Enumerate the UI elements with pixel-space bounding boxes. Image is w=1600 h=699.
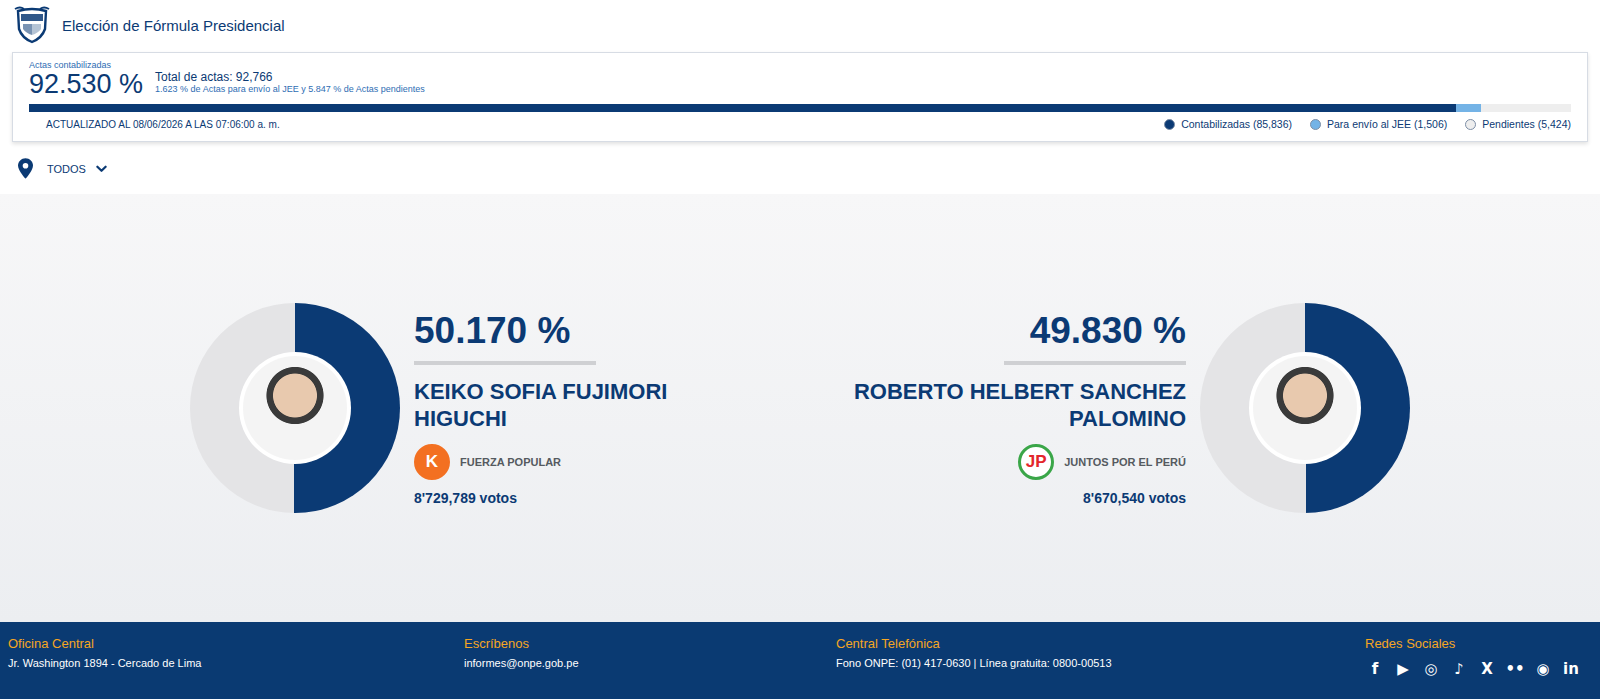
candidate-name: KEIKO SOFIA FUJIMORI HIGUCHI <box>414 378 714 432</box>
candidate-photo <box>243 356 347 460</box>
page-title: Elección de Fórmula Presidencial <box>62 17 285 34</box>
candidate-votes: 8'670,540 votos <box>1083 490 1186 506</box>
vote-donut <box>190 303 400 513</box>
progress-bar <box>29 104 1571 112</box>
facebook-icon[interactable]: f <box>1365 659 1385 679</box>
party-logo-icon: K <box>414 444 450 480</box>
party: KFUERZA POPULAR <box>414 444 561 480</box>
linkedin-icon[interactable]: in <box>1561 659 1581 679</box>
candidate-photo <box>1253 356 1357 460</box>
location-pin-icon <box>18 158 33 179</box>
vote-donut <box>1200 303 1410 513</box>
counted-label: Actas contabilizadas <box>29 60 143 70</box>
party: JPJUNTOS POR EL PERÚ <box>1018 444 1186 480</box>
chevron-down-icon <box>96 165 107 173</box>
youtube-icon[interactable]: ▶ <box>1393 659 1413 679</box>
candidate-percent: 49.830 % <box>1030 310 1186 352</box>
legend: Contabilizadas (85,836) Para envío al JEE… <box>1164 118 1571 130</box>
legend-dot <box>1310 119 1321 130</box>
location-filter[interactable]: TODOS <box>18 158 107 179</box>
legend-item: Contabilizadas (85,836) <box>1164 118 1292 130</box>
spotify-icon[interactable]: ◉ <box>1533 659 1553 679</box>
candidate-name: ROBERTO HELBERT SANCHEZ PALOMINO <box>826 378 1186 432</box>
progress-segment <box>1481 104 1571 112</box>
candidate-card: 50.170 % KEIKO SOFIA FUJIMORI HIGUCHI KFUE… <box>190 303 714 513</box>
footer-column: Escríbenosinformes@onpe.gob.pe <box>464 636 836 691</box>
candidate-votes: 8'729,789 votos <box>414 490 517 506</box>
counted-percent: 92.530 % <box>29 70 143 98</box>
legend-dot <box>1164 119 1175 130</box>
legend-item: Para envío al JEE (1,506) <box>1310 118 1447 130</box>
instagram-icon[interactable]: ◎ <box>1421 659 1441 679</box>
candidate-percent: 50.170 % <box>414 310 570 352</box>
progress-card: Actas contabilizadas92.530 % Total de act… <box>12 52 1588 142</box>
party-logo-icon: JP <box>1018 444 1054 480</box>
progress-segment <box>1456 104 1481 112</box>
candidate-card: 49.830 % ROBERTO HELBERT SANCHEZ PALOMINO… <box>826 303 1410 513</box>
flickr-icon[interactable]: •• <box>1505 659 1525 679</box>
results-stage: 50.170 % KEIKO SOFIA FUJIMORI HIGUCHI KFUE… <box>0 194 1600 622</box>
actas-detail: 1.623 % de Actas para envío al JEE y 5.8… <box>155 84 425 95</box>
x-icon[interactable]: X <box>1477 659 1497 679</box>
social-column: Redes Socialesf▶◎♪X••◉in <box>1365 636 1600 691</box>
header: Elección de Fórmula Presidencial <box>0 0 1600 50</box>
legend-dot <box>1465 119 1476 130</box>
updated-at: ACTUALIZADO AL 08/06/2026 A LAS 07:06:00… <box>46 119 280 130</box>
footer-column: Central TelefónicaFono ONPE: (01) 417-06… <box>836 636 1365 691</box>
tiktok-icon[interactable]: ♪ <box>1449 659 1469 679</box>
coat-of-arms-icon <box>12 5 52 45</box>
legend-item: Pendientes (5,424) <box>1465 118 1571 130</box>
progress-segment <box>29 104 1456 112</box>
results-page: Elección de Fórmula Presidencial Actas co… <box>0 0 1600 699</box>
footer: Oficina CentralJr. Washington 1894 - Cer… <box>0 622 1600 699</box>
total-actas: Total de actas: 92,766 <box>155 70 425 84</box>
footer-column: Oficina CentralJr. Washington 1894 - Cer… <box>8 636 464 691</box>
